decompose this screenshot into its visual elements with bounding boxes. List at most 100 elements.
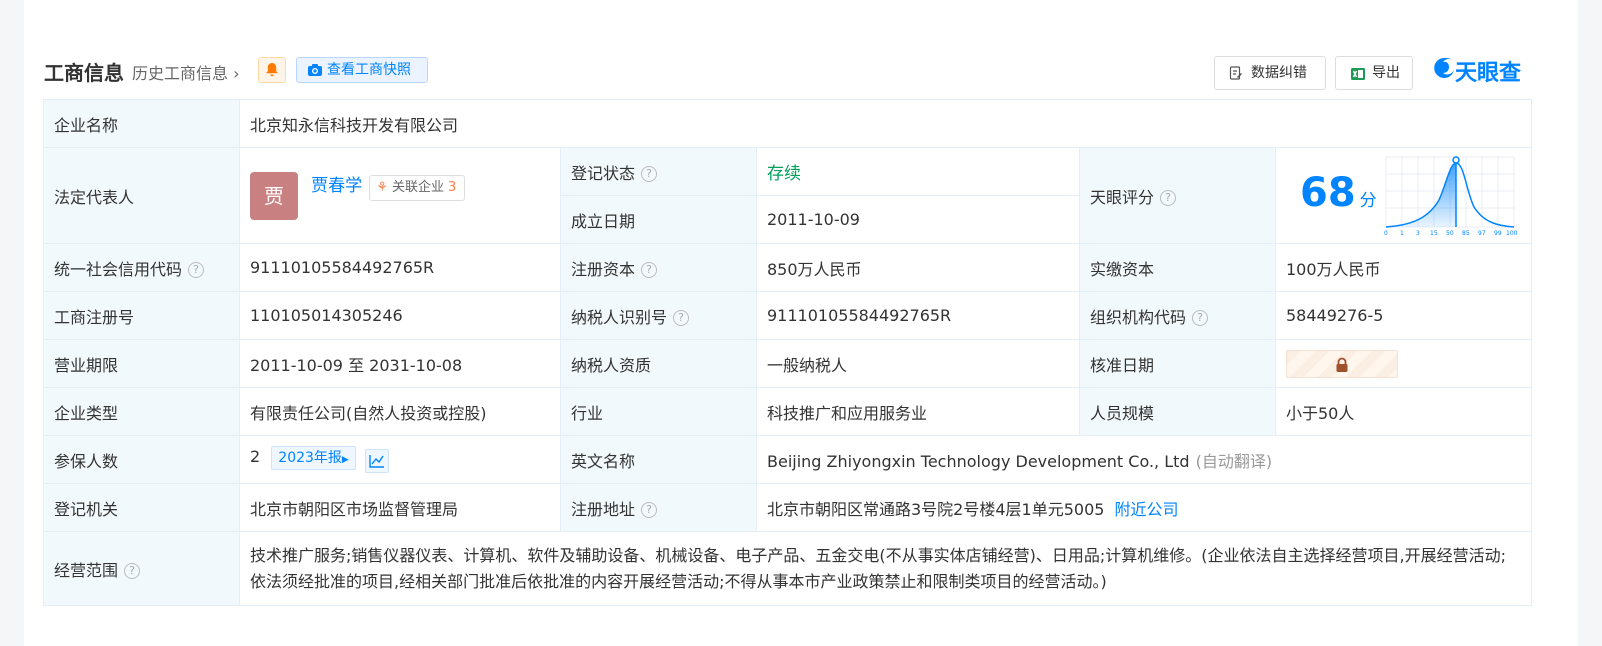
help-icon[interactable]: ? xyxy=(641,261,658,278)
taxpayer-id-value: 91110105584492765R xyxy=(756,291,1080,340)
label-reg-status-text: 登记状态 xyxy=(571,163,636,183)
help-icon[interactable]: ? xyxy=(641,165,658,182)
help-icon[interactable]: ? xyxy=(124,562,141,579)
company-name-value: 北京知永信科技开发有限公司 xyxy=(238,99,1533,148)
section-title: 工商信息 xyxy=(44,61,124,85)
company-type-value: 有限责任公司(自然人投资或控股) xyxy=(239,387,561,436)
tick-label: 99 xyxy=(1494,230,1502,237)
label-reg-capital: 注册资本? xyxy=(560,243,757,292)
label-industry: 行业 xyxy=(560,387,757,436)
org-code-value: 58449276-5 xyxy=(1274,291,1533,340)
history-link-label: 历史工商信息 xyxy=(132,64,229,83)
reg-status-value: 存续 xyxy=(756,147,1080,196)
score-value: 68 xyxy=(1300,170,1356,216)
paid-capital-value: 100万人民币 xyxy=(1274,243,1533,292)
tick-label: 0 xyxy=(1384,230,1388,237)
reg-address-value: 北京市朝阳区常通路3号院2号楼4层1单元5005 xyxy=(767,499,1105,519)
label-business-scope-text: 经营范围 xyxy=(54,560,119,580)
chevron-right-icon: › xyxy=(233,64,240,83)
label-tianyan-score: 天眼评分? xyxy=(1079,147,1276,244)
label-company-name: 企业名称 xyxy=(43,99,240,148)
credit-code-value: 91110105584492765R xyxy=(239,243,561,292)
help-icon[interactable]: ? xyxy=(673,309,690,326)
data-correction-label: 数据纠错 xyxy=(1251,65,1307,81)
tick-label: 100 xyxy=(1506,230,1518,237)
english-name-value: Beijing Zhiyongxin Technology Developmen… xyxy=(767,451,1190,471)
staff-size-value: 小于50人 xyxy=(1274,387,1533,436)
help-icon[interactable]: ? xyxy=(641,501,658,518)
label-legal-rep: 法定代表人 xyxy=(43,147,240,244)
legal-rep-name-link[interactable]: 贾春学 xyxy=(311,176,362,196)
english-name-cell: Beijing Zhiyongxin Technology Developmen… xyxy=(755,435,1533,484)
label-founded: 成立日期 xyxy=(560,195,757,244)
legal-rep-cell: 贾 贾春学 ⚘ 关联企业 3 xyxy=(239,147,561,244)
table-row: 经营范围? 技术推广服务;销售仪器仪表、计算机、软件及辅助设备、机械设备、电子产… xyxy=(43,531,1533,606)
label-credit-code-text: 统一社会信用代码 xyxy=(54,259,183,279)
network-icon: ⚘ xyxy=(376,179,388,195)
status-badge: 存续 xyxy=(767,164,801,184)
taxpayer-qual-value: 一般纳税人 xyxy=(756,339,1080,388)
table-row: 企业类型 有限责任公司(自然人投资或控股) 行业 科技推广和应用服务业 人员规模… xyxy=(43,387,1533,436)
tick-label: 3 xyxy=(1416,230,1420,237)
label-approval-date: 核准日期 xyxy=(1079,339,1276,388)
section-header: 工商信息 历史工商信息 › 查看工商快照 数据纠错 导出 天眼查 xyxy=(44,54,1580,90)
logo-text: 天眼查 xyxy=(1455,61,1522,86)
approval-date-cell xyxy=(1274,339,1533,388)
reg-no-value: 110105014305246 xyxy=(239,291,561,340)
table-row: 登记机关 北京市朝阳区市场监督管理局 注册地址? 北京市朝阳区常通路3号院2号楼… xyxy=(43,483,1533,532)
industry-value: 科技推广和应用服务业 xyxy=(756,387,1080,436)
tick-label: 15 xyxy=(1430,230,1438,237)
label-tianyan-score-text: 天眼评分 xyxy=(1090,187,1155,207)
score-unit: 分 xyxy=(1359,191,1377,211)
label-taxpayer-qual: 纳税人资质 xyxy=(560,339,757,388)
label-org-code: 组织机构代码? xyxy=(1079,291,1276,340)
score-display: 68 分 xyxy=(1300,170,1377,216)
help-icon[interactable]: ? xyxy=(1192,309,1209,326)
label-taxpayer-id-text: 纳税人识别号 xyxy=(571,307,668,327)
business-info-table: 企业名称 北京知永信科技开发有限公司 法定代表人 贾 贾春学 ⚘ 关联企业 3 登… xyxy=(43,99,1533,606)
label-reg-address: 注册地址? xyxy=(560,483,757,532)
business-scope-value: 技术推广服务;销售仪器仪表、计算机、软件及辅助设备、机械设备、电子产品、五金交电… xyxy=(238,531,1533,606)
reg-capital-value: 850万人民币 xyxy=(756,243,1080,292)
monitor-button[interactable] xyxy=(258,57,286,83)
label-reg-capital-text: 注册资本 xyxy=(571,259,636,279)
snapshot-button[interactable]: 查看工商快照 xyxy=(296,57,428,83)
related-label: 关联企业 xyxy=(391,179,444,195)
nearby-companies-link[interactable]: 附近公司 xyxy=(1114,500,1178,519)
help-icon[interactable]: ? xyxy=(188,261,205,278)
table-row: 统一社会信用代码? 91110105584492765R 注册资本? 850万人… xyxy=(43,243,1533,292)
score-cell[interactable]: 68 分 0 1 3 15 50 85 97 99 100 xyxy=(1274,147,1533,244)
tick-label: 85 xyxy=(1462,230,1470,237)
founded-value: 2011-10-09 xyxy=(756,195,1080,244)
label-business-term: 营业期限 xyxy=(43,339,240,388)
vip-locked-field[interactable] xyxy=(1286,349,1398,378)
excel-icon xyxy=(1351,68,1365,80)
export-button[interactable]: 导出 xyxy=(1335,56,1413,90)
tick-label: 1 xyxy=(1400,230,1404,237)
edit-document-icon xyxy=(1229,66,1242,80)
table-row: 参保人数 2 2023年报▶ 英文名称 Beijing Zhiyongxin T… xyxy=(43,435,1533,484)
label-paid-capital: 实缴资本 xyxy=(1079,243,1276,292)
camera-icon xyxy=(308,64,322,76)
trend-chart-icon xyxy=(369,455,384,468)
annual-report-label: 2023年报 xyxy=(278,450,342,466)
related-companies-button[interactable]: ⚘ 关联企业 3 xyxy=(369,174,466,201)
tick-label: 50 xyxy=(1446,230,1454,237)
trend-chart-button[interactable] xyxy=(364,449,389,473)
avatar[interactable]: 贾 xyxy=(250,172,298,221)
data-correction-button[interactable]: 数据纠错 xyxy=(1214,56,1326,90)
tianyancha-logo-icon xyxy=(1434,57,1454,78)
table-row: 法定代表人 贾 贾春学 ⚘ 关联企业3 登记状态? 存续 天眼评分? 68分 xyxy=(43,147,1533,244)
tick-label: 97 xyxy=(1478,230,1486,237)
bell-icon xyxy=(266,63,278,77)
label-reg-authority: 登记机关 xyxy=(43,483,240,532)
help-icon[interactable]: ? xyxy=(1160,189,1177,206)
history-link[interactable]: 历史工商信息 › xyxy=(132,60,240,84)
reg-address-cell: 北京市朝阳区常通路3号院2号楼4层1单元5005 附近公司 xyxy=(755,483,1533,532)
label-staff-size: 人员规模 xyxy=(1079,387,1276,436)
reg-authority-value: 北京市朝阳区市场监督管理局 xyxy=(239,483,561,532)
annual-report-button[interactable]: 2023年报▶ xyxy=(271,446,356,470)
auto-translate-note: (自动翻译) xyxy=(1195,451,1273,471)
label-taxpayer-id: 纳税人识别号? xyxy=(560,291,757,340)
export-label: 导出 xyxy=(1372,65,1400,81)
